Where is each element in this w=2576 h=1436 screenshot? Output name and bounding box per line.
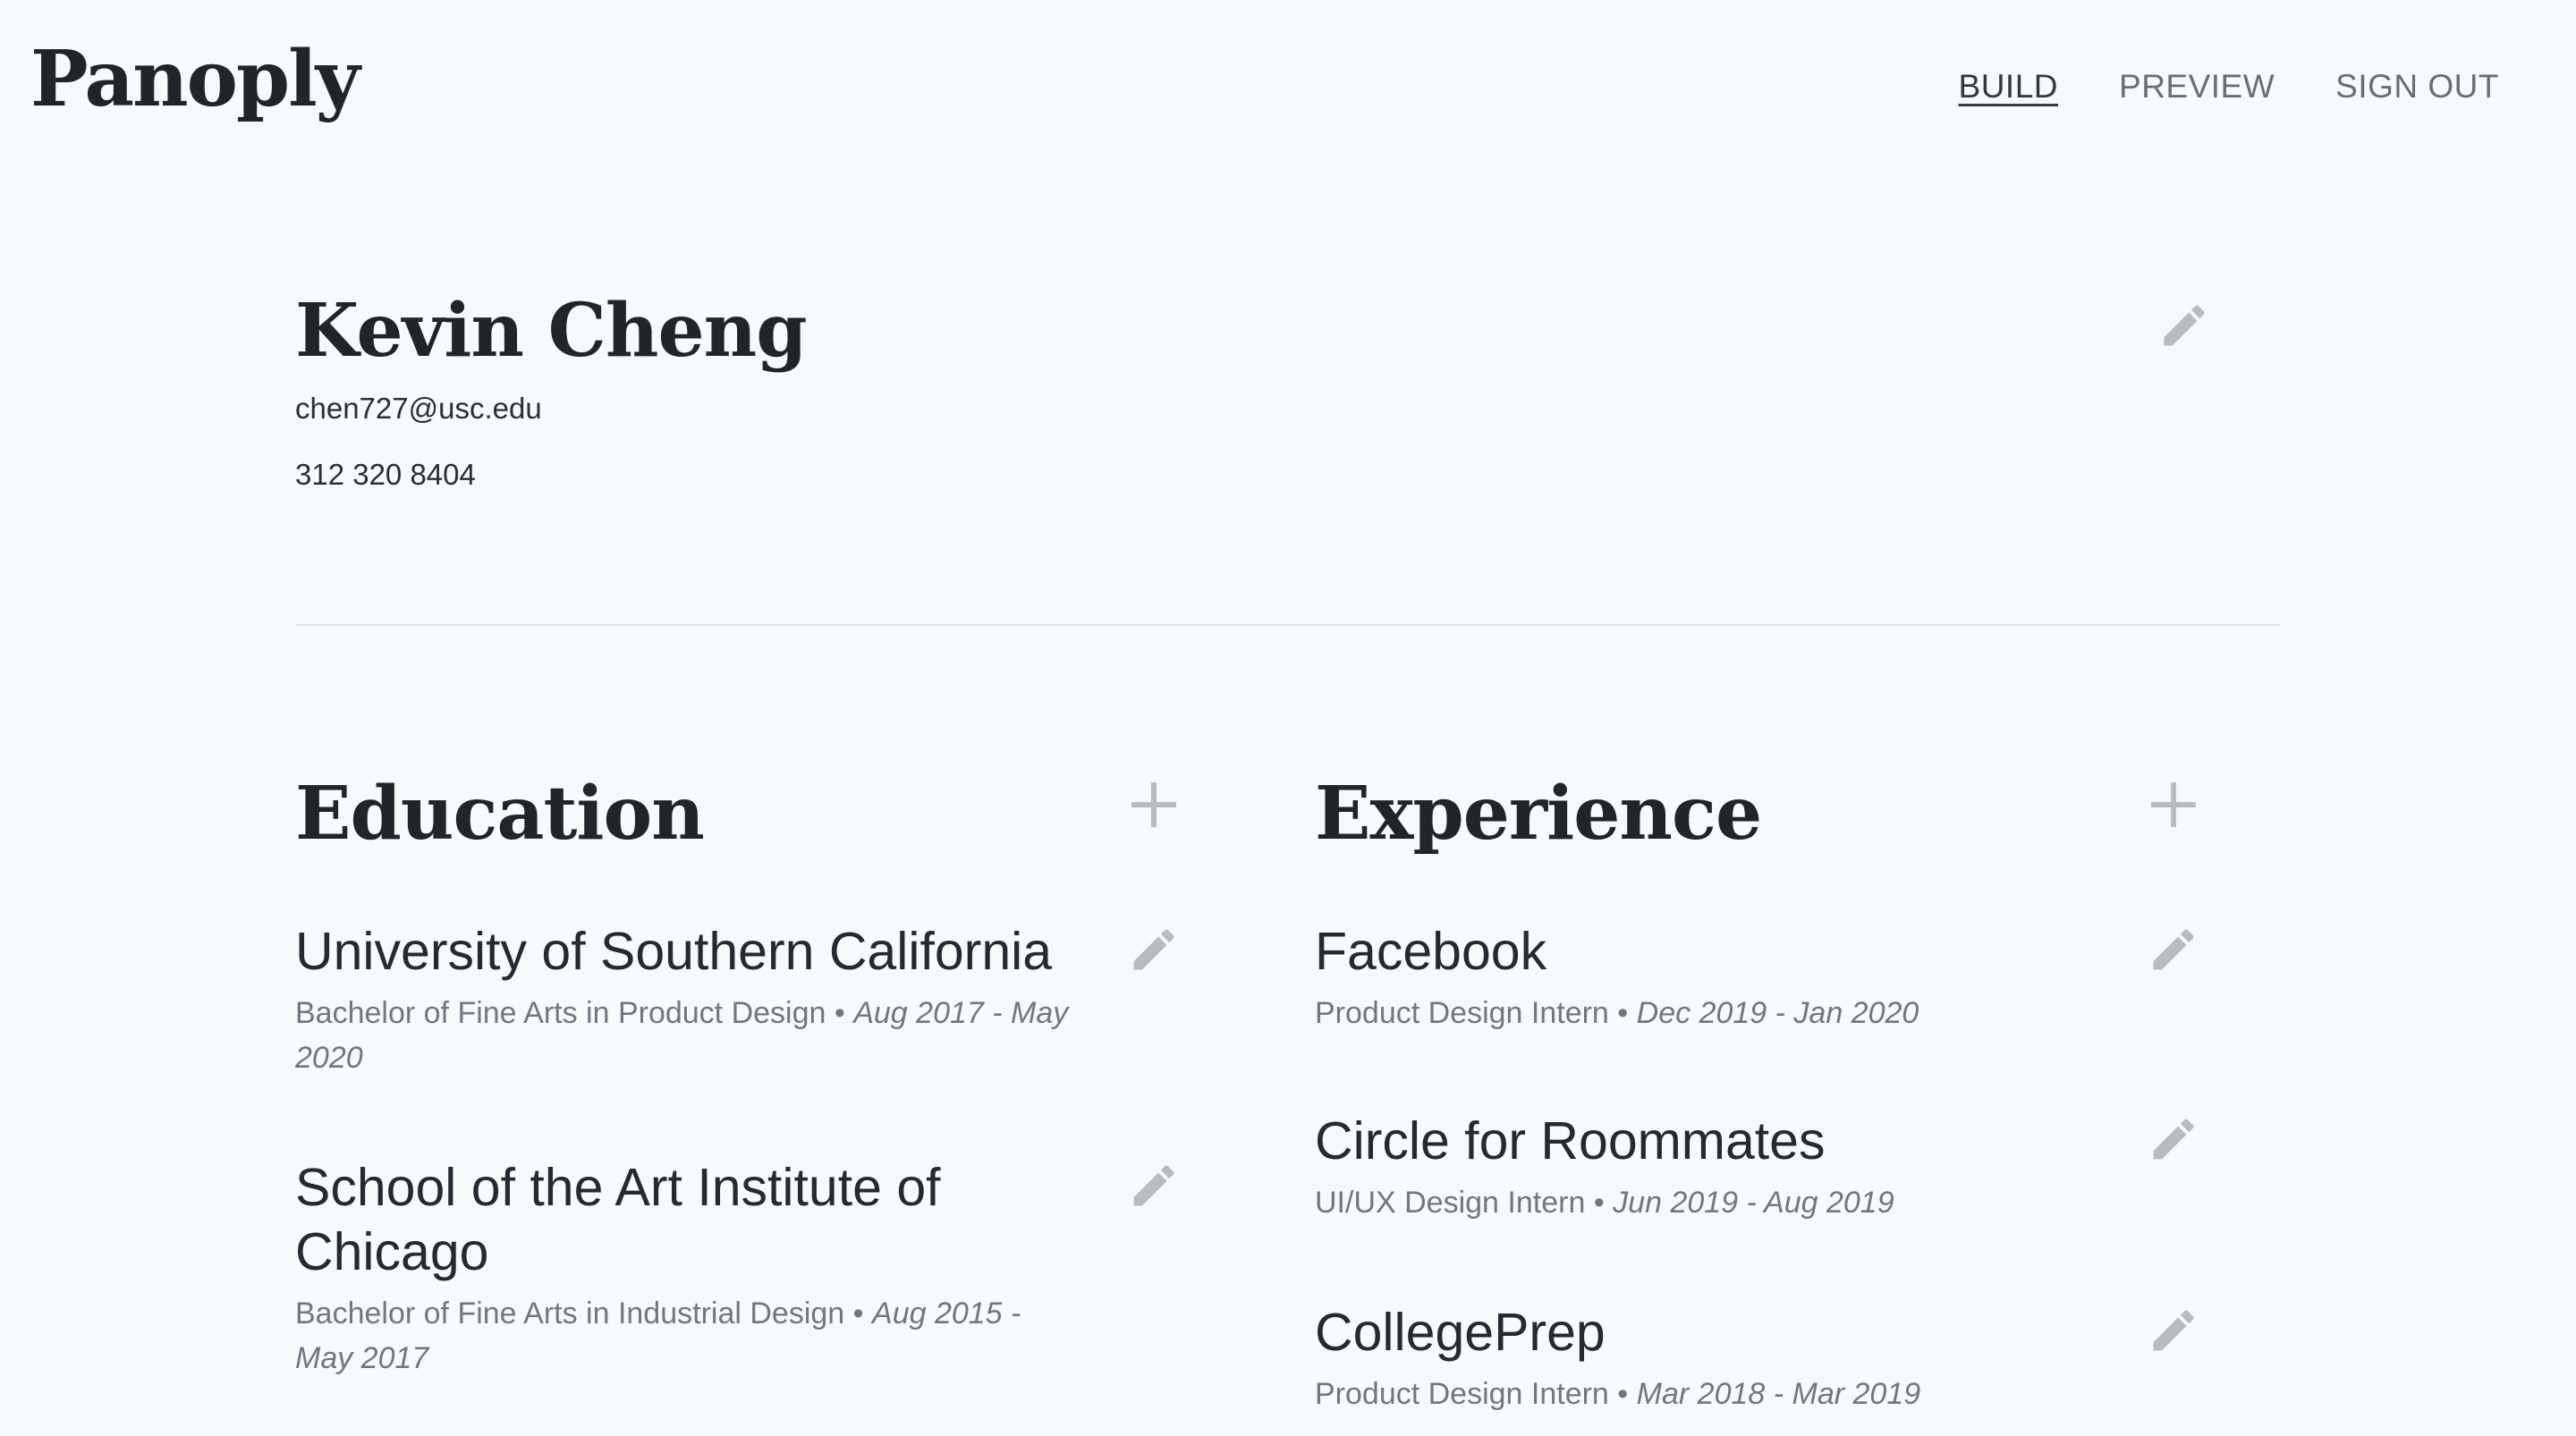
separator-dot: • [1617, 1377, 1629, 1411]
edit-profile-pencil-icon[interactable] [2157, 299, 2211, 352]
profile-name: Kevin Cheng [295, 288, 808, 374]
edit-experience-pencil-icon[interactable] [2147, 1304, 2200, 1357]
experience-role: Product Design Intern [1315, 996, 1609, 1030]
separator-dot: • [1593, 1186, 1605, 1220]
experience-entry: Circle for Roommates UI/UX Design Intern… [1315, 1109, 2218, 1225]
education-details: Bachelor of Fine Arts in Product Design … [295, 991, 1082, 1080]
education-school: School of the Art Institute of Chicago [295, 1158, 941, 1281]
experience-details: Product Design Intern • Dec 2019 - Jan 2… [1315, 991, 2102, 1035]
experience-role: Product Design Intern [1315, 1377, 1609, 1411]
experience-dates: Mar 2018 - Mar 2019 [1636, 1377, 1921, 1411]
add-experience-plus-icon[interactable] [2147, 778, 2200, 832]
education-school: University of Southern California [295, 922, 1053, 981]
experience-company: Circle for Roommates [1315, 1111, 1826, 1170]
education-section: Education University of Southern Califor… [295, 760, 1199, 1375]
separator-dot: • [1617, 996, 1629, 1030]
education-degree: Bachelor of Fine Arts in Product Design [295, 996, 826, 1030]
education-entry: School of the Art Institute of Chicago B… [295, 1155, 1199, 1381]
separator-dot: • [852, 1297, 864, 1330]
experience-company: CollegePrep [1315, 1303, 1606, 1362]
experience-entry: CollegePrep Product Design Intern • Mar … [1315, 1300, 2218, 1416]
nav-build-link[interactable]: BUILD [1959, 68, 2058, 106]
add-education-plus-icon[interactable] [1127, 778, 1181, 832]
top-bar: Panoply BUILD PREVIEW SIGN OUT [0, 0, 2576, 179]
section-divider [295, 624, 2281, 626]
experience-dates: Dec 2019 - Jan 2020 [1636, 996, 1919, 1030]
profile-email: chen727@usc.edu [295, 392, 542, 425]
education-entry: University of Southern California Bachel… [295, 919, 1199, 1080]
resume-builder-page: Panoply BUILD PREVIEW SIGN OUT Kevin Che… [0, 0, 2576, 1436]
profile-section: Kevin Cheng chen727@usc.edu 312 320 8404 [295, 286, 808, 492]
app-logo[interactable]: Panoply [30, 34, 360, 124]
nav-sign-out-link[interactable]: SIGN OUT [2335, 68, 2499, 106]
experience-section: Experience Facebook Product Design Inter… [1315, 760, 2218, 1411]
nav-preview-link[interactable]: PREVIEW [2119, 68, 2275, 106]
experience-details: Product Design Intern • Mar 2018 - Mar 2… [1315, 1372, 2102, 1416]
education-degree: Bachelor of Fine Arts in Industrial Desi… [295, 1297, 845, 1330]
experience-dates: Jun 2019 - Aug 2019 [1613, 1186, 1894, 1220]
education-details: Bachelor of Fine Arts in Industrial Desi… [295, 1291, 1082, 1381]
experience-company: Facebook [1315, 922, 1547, 981]
edit-education-pencil-icon[interactable] [1127, 923, 1181, 976]
experience-entry: Facebook Product Design Intern • Dec 201… [1315, 919, 2218, 1035]
experience-details: UI/UX Design Intern • Jun 2019 - Aug 201… [1315, 1180, 2102, 1225]
experience-role: UI/UX Design Intern [1315, 1186, 1586, 1220]
separator-dot: • [834, 996, 845, 1030]
experience-heading: Experience [1315, 771, 1762, 857]
profile-phone: 312 320 8404 [295, 458, 476, 491]
edit-education-pencil-icon[interactable] [1127, 1159, 1181, 1212]
edit-experience-pencil-icon[interactable] [2147, 1112, 2200, 1166]
edit-experience-pencil-icon[interactable] [2147, 923, 2200, 976]
main-nav: BUILD PREVIEW SIGN OUT [1959, 68, 2499, 106]
education-heading: Education [295, 771, 705, 857]
